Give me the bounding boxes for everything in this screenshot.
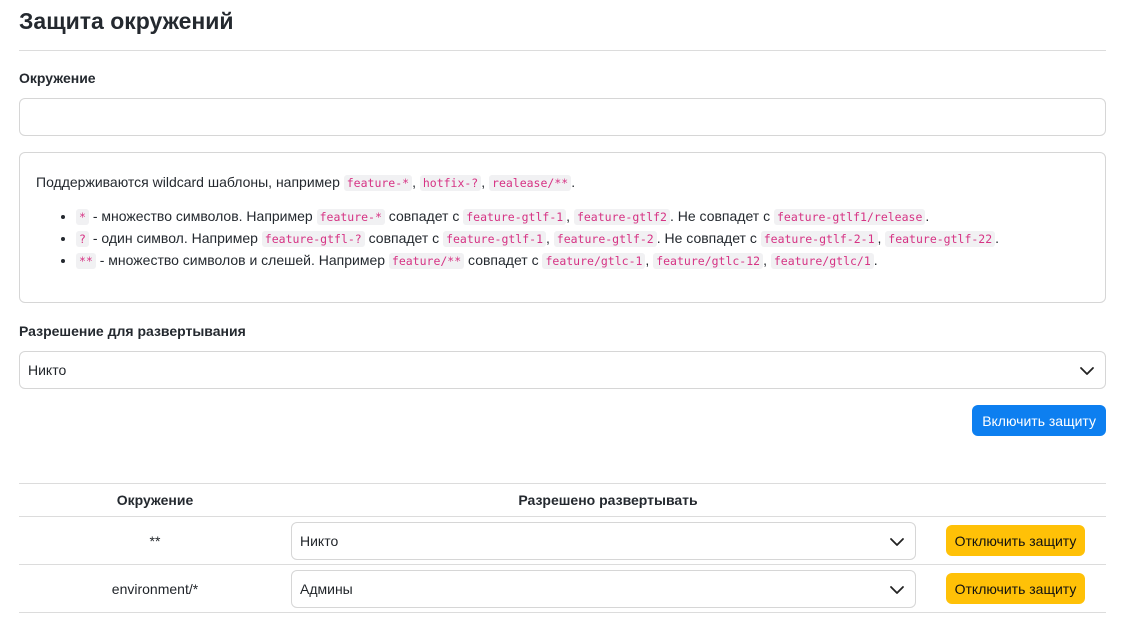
wildcard-item: ** - множество символов и слешей. Наприм… [76,250,1089,272]
row-environment: environment/* [19,564,291,613]
chevron-down-icon [890,585,904,594]
row-permission-select[interactable]: Никто [291,521,916,560]
nomatch-example: feature-gtlf-2-1 [760,231,878,247]
match-example: feature-gtlf-2 [553,231,657,247]
row-environment: ** [19,516,291,565]
wildcard-pattern: ? [76,231,89,247]
row-permission-value: Никто [300,532,339,549]
chevron-down-icon [1080,367,1094,375]
table-row: environment/* Админы Отключить защиту [19,564,1106,613]
enable-protection-button[interactable]: Включить защиту [972,405,1106,436]
row-permission-value: Админы [300,580,353,597]
wildcard-help-box: Поддерживаются wildcard шаблоны, наприме… [19,152,1106,303]
disable-protection-button[interactable]: Отключить защиту [945,525,1086,556]
page: Защита окружений Окружение Поддерживаютс… [0,0,1127,613]
row-permission-select[interactable]: Админы [291,569,916,608]
match-example: feature-gtlf-1 [443,231,546,247]
disable-protection-button[interactable]: Отключить защиту [945,573,1086,604]
wildcard-example: feature-gtfl-? [261,231,365,247]
nomatch-example: feature-gtlf-22 [885,231,996,247]
wildcard-example: feature/** [388,253,465,269]
chevron-down-icon [890,537,904,546]
protected-environments-table: Окружение Разрешено развертывать ** Никт… [19,483,1106,613]
permission-select[interactable]: Никто [19,351,1106,389]
table-header-row: Окружение Разрешено развертывать [19,483,1106,517]
wildcard-example: feature-* [316,209,385,225]
nomatch-example: feature-gtlf1/release [773,209,926,225]
wildcard-intro: Поддерживаются wildcard шаблоны, наприме… [36,174,576,191]
column-header-permission: Разрешено развертывать [291,483,925,517]
column-header-environment: Окружение [19,483,291,517]
environment-input[interactable] [19,98,1106,136]
table-row: ** Никто Отключить защиту [19,516,1106,565]
wildcard-pattern: ** [76,253,96,269]
match-example: feature-gtlf-1 [463,209,567,225]
match-example: feature-gtlf2 [573,209,670,225]
wildcard-pattern: * [76,209,89,225]
intro-example: feature-* [343,175,413,191]
wildcard-item: ? - один символ. Например feature-gtfl-?… [76,228,1089,250]
match-example: feature/gtlc-1 [542,253,646,269]
page-title: Защита окружений [19,0,1106,51]
wildcard-list: * - множество символов. Например feature… [36,206,1089,272]
match-example: feature/gtlc-12 [653,253,764,269]
intro-example: realease/** [489,175,572,191]
column-header-actions [925,483,1106,517]
match-example: feature/gtlc/1 [770,253,874,269]
environment-label: Окружение [19,70,96,86]
intro-example: hotfix-? [419,175,482,191]
permission-select-value: Никто [28,362,67,378]
wildcard-item: * - множество символов. Например feature… [76,206,1089,228]
permission-label: Разрешение для развертывания [19,323,246,339]
